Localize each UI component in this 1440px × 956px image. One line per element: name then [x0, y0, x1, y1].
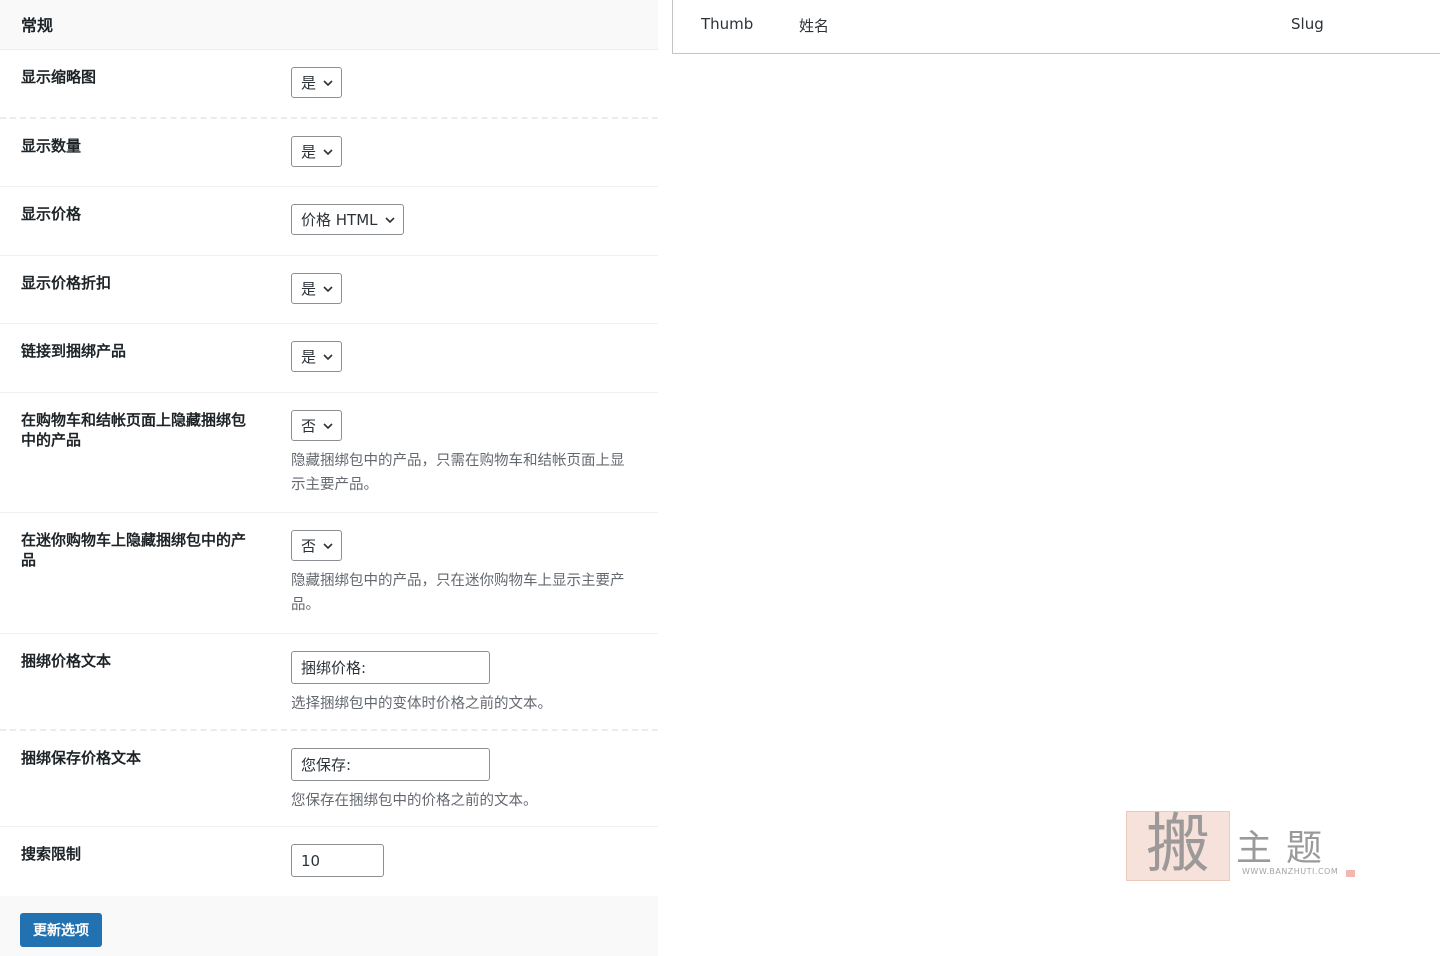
- setting-label: 链接到捆绑产品: [21, 342, 127, 360]
- chevron-down-icon: [323, 285, 333, 292]
- update-options-button[interactable]: 更新选项: [20, 913, 102, 947]
- setting-description: 隐藏捆绑包中的产品，只在迷你购物车上显示主要产品。: [291, 573, 625, 613]
- chevron-down-icon: [323, 79, 333, 86]
- watermark-brand: 主题: [1236, 828, 1337, 869]
- select-value: 是: [301, 74, 317, 92]
- link-bundled-product-select[interactable]: 是: [291, 341, 343, 372]
- column-header-slug[interactable]: Slug: [1291, 15, 1324, 33]
- setting-row-show-price-discount: 显示价格折扣 是: [0, 256, 658, 324]
- select-value: 否: [301, 537, 317, 555]
- search-limit-input[interactable]: [291, 844, 384, 877]
- settings-panel: 常规 显示缩略图 是 显示数量 是 显示价格 价格 HTML 显示价格折扣 是 …: [0, 0, 658, 956]
- bundle-save-price-text-input[interactable]: [291, 748, 490, 781]
- setting-label: 显示数量: [21, 137, 82, 155]
- setting-row-bundle-price-text: 捆绑价格文本 选择捆绑包中的变体时价格之前的文本。: [0, 634, 658, 731]
- setting-field: 选择捆绑包中的变体时价格之前的文本。: [291, 651, 631, 716]
- select-value: 是: [301, 280, 317, 298]
- section-title: 常规: [21, 16, 54, 35]
- setting-description: 选择捆绑包中的变体时价格之前的文本。: [291, 696, 552, 712]
- setting-field: 是: [291, 273, 631, 304]
- select-value: 是: [301, 143, 317, 161]
- page: 常规 显示缩略图 是 显示数量 是 显示价格 价格 HTML 显示价格折扣 是 …: [0, 0, 1440, 956]
- show-quantity-select[interactable]: 是: [291, 136, 343, 167]
- chevron-down-icon: [323, 353, 333, 360]
- products-table: Thumb 姓名 Slug: [672, 0, 1440, 54]
- setting-row-show-thumbnail: 显示缩略图 是: [0, 50, 658, 119]
- setting-label: 捆绑保存价格文本: [21, 749, 142, 767]
- setting-field: 您保存在捆绑包中的价格之前的文本。: [291, 748, 631, 813]
- show-thumbnail-select[interactable]: 是: [291, 67, 343, 98]
- setting-field: 否 隐藏捆绑包中的产品，只在迷你购物车上显示主要产品。: [291, 530, 631, 617]
- setting-field: 是: [291, 341, 631, 372]
- settings-footer: 更新选项: [0, 896, 658, 956]
- setting-row-link-bundled-product: 链接到捆绑产品 是: [0, 324, 658, 393]
- select-value: 价格 HTML: [301, 211, 378, 229]
- setting-label: 显示价格折扣: [21, 274, 112, 292]
- setting-row-show-quantity: 显示数量 是: [0, 119, 658, 187]
- select-value: 是: [301, 348, 317, 366]
- setting-label: 在购物车和结帐页面上隐藏捆绑包中的产品: [21, 411, 247, 449]
- setting-label: 显示价格: [21, 205, 82, 223]
- column-header-thumb[interactable]: Thumb: [701, 15, 753, 33]
- setting-field: 价格 HTML: [291, 204, 631, 235]
- setting-row-show-price: 显示价格 价格 HTML: [0, 187, 658, 256]
- setting-field: 是: [291, 67, 631, 98]
- setting-label: 在迷你购物车上隐藏捆绑包中的产品: [21, 531, 247, 569]
- hide-in-cart-checkout-select[interactable]: 否: [291, 410, 343, 441]
- select-value: 否: [301, 417, 317, 435]
- setting-field: [291, 844, 631, 877]
- chevron-down-icon: [323, 542, 333, 549]
- bundle-price-text-input[interactable]: [291, 651, 490, 684]
- setting-row-search-limit: 搜索限制: [0, 827, 658, 895]
- watermark-dot: [1346, 870, 1355, 877]
- chevron-down-icon: [323, 148, 333, 155]
- setting-field: 是: [291, 136, 631, 167]
- setting-row-hide-in-cart-checkout: 在购物车和结帐页面上隐藏捆绑包中的产品 否 隐藏捆绑包中的产品，只需在购物车和结…: [0, 393, 658, 513]
- chevron-down-icon: [384, 216, 395, 223]
- setting-row-hide-in-mini-cart: 在迷你购物车上隐藏捆绑包中的产品 否 隐藏捆绑包中的产品，只在迷你购物车上显示主…: [0, 513, 658, 634]
- setting-description: 隐藏捆绑包中的产品，只需在购物车和结帐页面上显示主要产品。: [291, 453, 625, 493]
- watermark-logo: 搬 主题 WWW.BANZHUTI.COM: [1126, 808, 1358, 883]
- setting-row-bundle-save-price-text: 捆绑保存价格文本 您保存在捆绑包中的价格之前的文本。: [0, 731, 658, 827]
- column-header-name[interactable]: 姓名: [799, 15, 829, 36]
- section-header: 常规: [0, 0, 658, 50]
- show-price-select[interactable]: 价格 HTML: [291, 204, 404, 235]
- setting-field: 否 隐藏捆绑包中的产品，只需在购物车和结帐页面上显示主要产品。: [291, 410, 631, 497]
- setting-description: 您保存在捆绑包中的价格之前的文本。: [291, 793, 538, 809]
- setting-label: 搜索限制: [21, 845, 82, 863]
- show-price-discount-select[interactable]: 是: [291, 273, 343, 304]
- watermark-seal-char: 搬: [1146, 808, 1210, 882]
- setting-label: 捆绑价格文本: [21, 652, 112, 670]
- chevron-down-icon: [323, 422, 333, 429]
- hide-in-mini-cart-select[interactable]: 否: [291, 530, 343, 561]
- watermark-site: WWW.BANZHUTI.COM: [1242, 867, 1339, 876]
- setting-label: 显示缩略图: [21, 68, 97, 86]
